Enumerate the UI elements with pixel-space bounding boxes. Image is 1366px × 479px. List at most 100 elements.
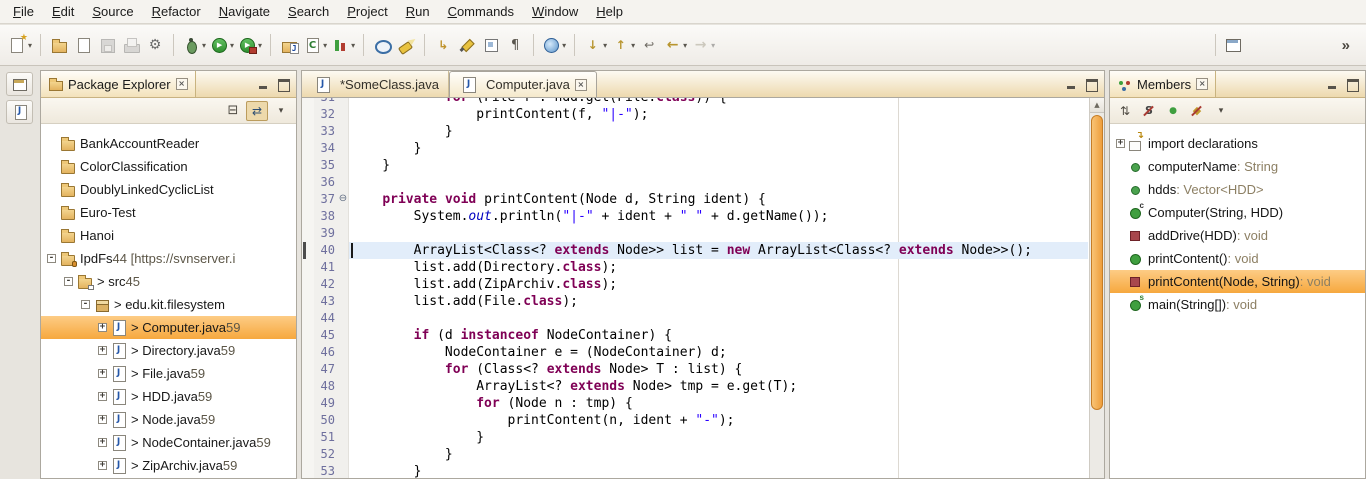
member-item[interactable]: hdds : Vector<HDD>	[1110, 178, 1365, 201]
tree-item[interactable]: -> edu.kit.filesystem	[41, 293, 296, 316]
collapse-all-button[interactable]: ⊟	[222, 101, 244, 121]
dropdown-arrow-icon[interactable]: ▾	[603, 41, 607, 50]
editor-tab--someclass-java[interactable]: *SomeClass.java	[304, 71, 449, 97]
menu-refactor[interactable]: Refactor	[143, 1, 210, 22]
new-folder-button[interactable]	[47, 32, 71, 58]
code-editor[interactable]: 31 for (File f : hdd.get(File.class)) {3…	[302, 98, 1104, 478]
collapse-icon[interactable]: -	[62, 277, 75, 286]
member-item[interactable]: addDrive(HDD) : void	[1110, 224, 1365, 247]
menu-navigate[interactable]: Navigate	[210, 1, 279, 22]
dropdown-arrow-icon[interactable]: ▾	[202, 41, 206, 50]
maximize-view-button[interactable]	[275, 77, 292, 92]
tree-item[interactable]: ColorClassification	[41, 155, 296, 178]
code-text[interactable]: }	[349, 140, 1088, 157]
code-text[interactable]: }	[349, 157, 1088, 174]
code-text[interactable]: private void printContent(Node d, String…	[349, 191, 1088, 208]
code-text[interactable]	[349, 225, 1088, 242]
expand-icon[interactable]: +	[96, 415, 109, 424]
back-button[interactable]: ←▾	[661, 32, 689, 58]
toggle-breadcrumb-button[interactable]: ↳	[431, 32, 455, 58]
open-editor-button[interactable]	[6, 100, 33, 124]
collapse-icon[interactable]: -	[79, 300, 92, 309]
dropdown-arrow-icon[interactable]: ▾	[323, 41, 327, 50]
expand-icon[interactable]: +	[96, 392, 109, 401]
scrollbar-up-icon[interactable]	[1090, 98, 1104, 113]
hide-non-public-button[interactable]: ◆	[1186, 101, 1208, 121]
code-text[interactable]	[349, 174, 1088, 191]
code-text[interactable]: if (d instanceof NodeContainer) {	[349, 327, 1088, 344]
dropdown-arrow-icon[interactable]: ▾	[683, 41, 687, 50]
code-text[interactable]: list.add(File.class);	[349, 293, 1088, 310]
tree-item[interactable]: +> File.java 59	[41, 362, 296, 385]
build-all-button[interactable]: ⚙	[143, 32, 167, 58]
debug-button[interactable]: ▾	[180, 32, 208, 58]
maximize-editor-button[interactable]	[1083, 77, 1100, 92]
scrollbar-thumb[interactable]	[1091, 115, 1103, 410]
code-text[interactable]: printContent(f, "|-");	[349, 106, 1088, 123]
dropdown-arrow-icon[interactable]: ▾	[230, 41, 234, 50]
code-text[interactable]: list.add(Directory.class);	[349, 259, 1088, 276]
code-text[interactable]: printContent(n, ident + "-");	[349, 412, 1088, 429]
expand-icon[interactable]: +	[96, 438, 109, 447]
toolbar-overflow-button[interactable]: »	[1332, 37, 1360, 54]
editor-tab-computer-java[interactable]: Computer.java	[449, 71, 597, 97]
tree-item[interactable]: BankAccountReader	[41, 132, 296, 155]
previous-annotation-button[interactable]: ↑▾	[609, 32, 637, 58]
member-item[interactable]: +import declarations	[1110, 132, 1365, 155]
open-type-button[interactable]	[370, 32, 394, 58]
maximize-view-button[interactable]	[1344, 77, 1361, 92]
menu-help[interactable]: Help	[587, 1, 632, 22]
code-text[interactable]: NodeContainer e = (NodeContainer) d;	[349, 344, 1088, 361]
code-text[interactable]: ArrayList<? extends Node> tmp = e.get(T)…	[349, 378, 1088, 395]
dropdown-arrow-icon[interactable]: ▾	[711, 41, 715, 50]
hide-static-button[interactable]: S	[1138, 101, 1160, 121]
menu-run[interactable]: Run	[397, 1, 439, 22]
run-button[interactable]: ▶▾	[208, 32, 236, 58]
code-text[interactable]: }	[349, 463, 1088, 478]
member-item[interactable]: computerName : String	[1110, 155, 1365, 178]
minimize-editor-button[interactable]	[1062, 77, 1079, 92]
last-edit-location-button[interactable]: ↩	[637, 32, 661, 58]
dropdown-arrow-icon[interactable]: ▾	[351, 41, 355, 50]
code-text[interactable]: }	[349, 123, 1088, 140]
new-java-class-button[interactable]: C▾	[301, 32, 329, 58]
coverage-button[interactable]: ▾	[329, 32, 357, 58]
dropdown-arrow-icon[interactable]: ▾	[562, 41, 566, 50]
code-text[interactable]	[349, 310, 1088, 327]
code-text[interactable]: for (Class<? extends Node> T : list) {	[349, 361, 1088, 378]
sort-button[interactable]: ⇅	[1114, 101, 1136, 121]
tree-item[interactable]: +> NodeContainer.java 59	[41, 431, 296, 454]
collapse-icon[interactable]: -	[45, 254, 58, 263]
code-text[interactable]: }	[349, 446, 1088, 463]
tree-item[interactable]: DoublyLinkedCyclicList	[41, 178, 296, 201]
menu-source[interactable]: Source	[83, 1, 142, 22]
tree-item[interactable]: +> ZipArchiv.java 59	[41, 454, 296, 477]
toggle-mark-occurrences-button[interactable]	[455, 32, 479, 58]
new-file-button[interactable]	[71, 32, 95, 58]
run-external-tools-button[interactable]: ▶▾	[236, 32, 264, 58]
close-tab-icon[interactable]	[575, 79, 587, 91]
member-item[interactable]: printContent(Node, String) : void	[1110, 270, 1365, 293]
minimize-view-button[interactable]	[1323, 77, 1340, 92]
tree-item[interactable]: -IpdFs 44 [https://svnserver.i	[41, 247, 296, 270]
close-view-icon[interactable]	[176, 78, 188, 90]
show-whitespace-button[interactable]: ¶	[503, 32, 527, 58]
dropdown-arrow-icon[interactable]: ▾	[258, 41, 262, 50]
editor-scrollbar[interactable]	[1089, 98, 1104, 478]
tree-item[interactable]: +> Node.java 59	[41, 408, 296, 431]
fold-collapse-icon[interactable]: ⊖	[338, 191, 349, 208]
expand-icon[interactable]: +	[96, 346, 109, 355]
code-text[interactable]: for (Node n : tmp) {	[349, 395, 1088, 412]
code-text[interactable]: }	[349, 429, 1088, 446]
code-text[interactable]: list.add(ZipArchiv.class);	[349, 276, 1088, 293]
forward-button[interactable]: →▾	[689, 32, 717, 58]
dropdown-arrow-icon[interactable]: ▾	[631, 41, 635, 50]
view-menu-button[interactable]: ▾	[1210, 101, 1232, 121]
tree-item[interactable]: +> Directory.java 59	[41, 339, 296, 362]
tree-item[interactable]: Euro-Test	[41, 201, 296, 224]
member-item[interactable]: main(String[]) : void	[1110, 293, 1365, 316]
menu-project[interactable]: Project	[338, 1, 396, 22]
new-java-project-button[interactable]	[277, 32, 301, 58]
save-button[interactable]	[95, 32, 119, 58]
view-menu-pe-button[interactable]: ▾	[270, 101, 292, 121]
